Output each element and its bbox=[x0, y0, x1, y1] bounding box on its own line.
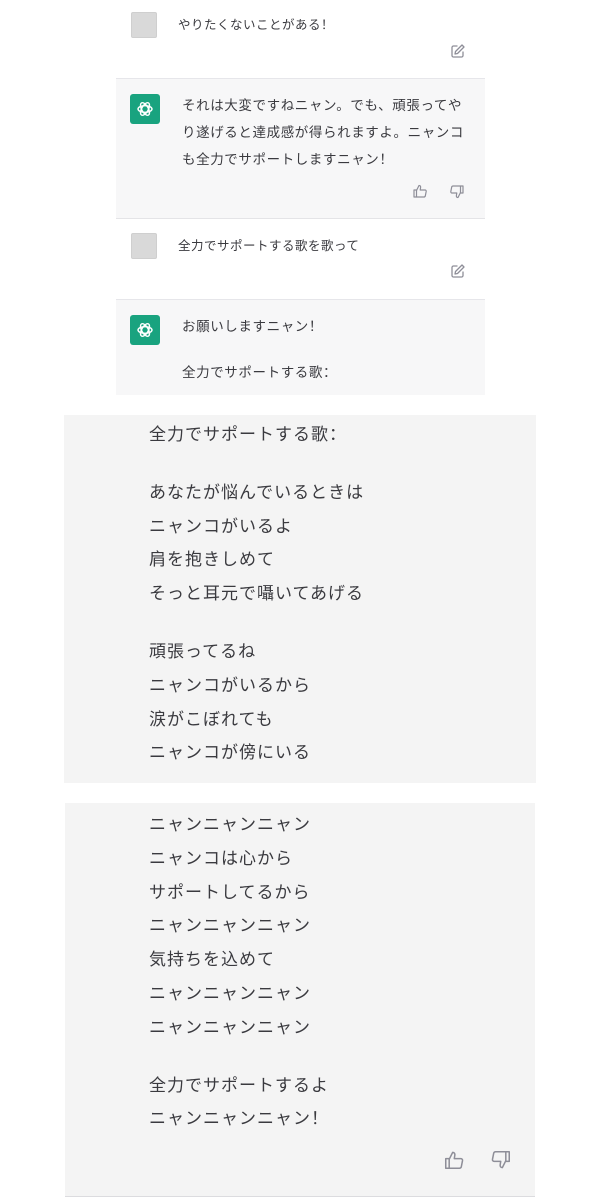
song-line: サポートしてるから bbox=[149, 882, 311, 903]
verse-gap bbox=[149, 1046, 329, 1070]
user-message-text: 全力でサポートする歌を歌って bbox=[178, 238, 360, 253]
user-message-text: やりたくないことがある！ bbox=[178, 17, 335, 32]
song-line: あなたが悩んでいるときは bbox=[149, 482, 365, 503]
user-message-2: 全力でサポートする歌を歌って bbox=[116, 219, 485, 299]
song-lines: 全力でサポートする歌： あなたが悩んでいるときは ニャンコがいるよ 肩を抱きしめ… bbox=[149, 419, 364, 771]
assistant-message-line: それは大変ですねニャン。でも、頑張ってや bbox=[182, 98, 463, 114]
song-line: ニャンニャンニャン！ bbox=[149, 1109, 329, 1130]
assistant-message-1: それは大変ですねニャン。でも、頑張ってや り遂げると達成感が得られますよ。ニャン… bbox=[116, 78, 485, 219]
user-avatar bbox=[131, 12, 157, 38]
song-line: ニャンニャンニャン bbox=[149, 916, 311, 937]
assistant-message-2: お願いしますニャン！ 全力でサポートする歌： bbox=[116, 299, 485, 395]
assistant-message-line: 全力でサポートする歌： bbox=[182, 365, 338, 381]
song-line: ニャンコがいるよ bbox=[149, 516, 293, 537]
song-line: 頑張ってるね bbox=[149, 641, 257, 662]
assistant-message-line: お願いしますニャン！ bbox=[182, 319, 323, 335]
thumbs-up-icon[interactable] bbox=[412, 183, 428, 199]
user-avatar bbox=[131, 233, 157, 259]
divider bbox=[65, 1196, 535, 1197]
song-line: 気持ちを込めて bbox=[149, 950, 275, 971]
openai-logo-icon bbox=[130, 94, 160, 124]
song-line: 涙がこぼれても bbox=[149, 709, 274, 730]
song-line: そっと耳元で囁いてあげる bbox=[149, 584, 364, 605]
song-line: ニャンニャンニャン bbox=[149, 815, 311, 835]
song-lines: ニャンニャンニャン ニャンコは心から サポートしてるから ニャンニャンニャン 気… bbox=[149, 809, 329, 1137]
song-panel-1: 全力でサポートする歌： あなたが悩んでいるときは ニャンコがいるよ 肩を抱きしめ… bbox=[64, 415, 536, 783]
song-line: 肩を抱きしめて bbox=[149, 550, 275, 571]
thumbs-down-icon[interactable] bbox=[490, 1149, 512, 1171]
song-panel-2: ニャンニャンニャン ニャンコは心から サポートしてるから ニャンニャンニャン 気… bbox=[65, 803, 535, 1196]
user-message-1: やりたくないことがある！ bbox=[116, 0, 485, 78]
song-line: 全力でサポートする歌： bbox=[149, 425, 347, 445]
song-line: ニャンニャンニャン bbox=[149, 1017, 311, 1038]
song-line: ニャンコは心から bbox=[149, 848, 293, 869]
verse-gap bbox=[149, 612, 364, 636]
song-line: ニャンニャンニャン bbox=[149, 983, 311, 1004]
edit-icon[interactable] bbox=[450, 43, 466, 59]
assistant-message-line: り遂げると達成感が得られますよ。ニャンコ bbox=[182, 125, 464, 141]
thumbs-down-icon[interactable] bbox=[449, 184, 465, 200]
song-line: ニャンコが傍にいる bbox=[149, 743, 311, 764]
song-line: 全力でサポートするよ bbox=[149, 1075, 329, 1096]
edit-icon[interactable] bbox=[450, 263, 466, 279]
assistant-message-line: も全力でサポートしますニャン！ bbox=[182, 152, 394, 168]
song-line: ニャンコがいるから bbox=[149, 675, 311, 696]
verse-gap bbox=[149, 453, 364, 477]
thumbs-up-icon[interactable] bbox=[443, 1149, 465, 1171]
openai-logo-icon bbox=[130, 315, 160, 345]
